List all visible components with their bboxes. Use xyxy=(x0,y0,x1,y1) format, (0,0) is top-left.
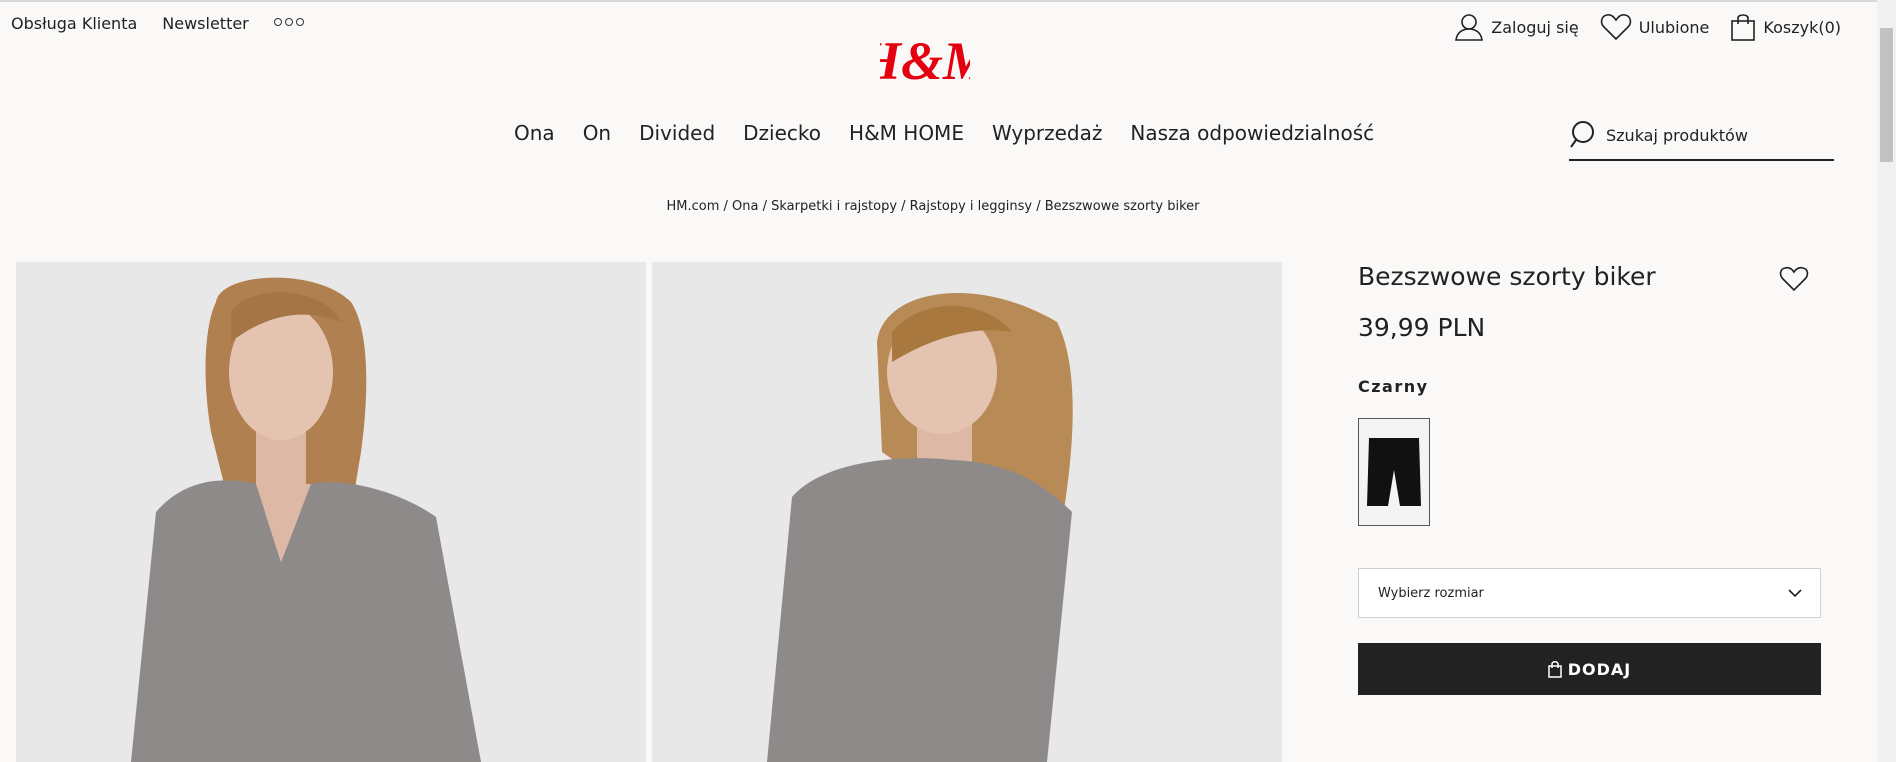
nav-item-ona[interactable]: Ona xyxy=(514,121,555,145)
product-title: Bezszwowe szorty biker xyxy=(1358,262,1656,291)
nav-item-on[interactable]: On xyxy=(583,121,611,145)
product-image-front[interactable] xyxy=(16,262,646,762)
customer-service-link[interactable]: Obsługa Klienta xyxy=(11,14,137,33)
nav-item-divided[interactable]: Divided xyxy=(639,121,715,145)
newsletter-link[interactable]: Newsletter xyxy=(162,14,249,33)
scrollbar-thumb[interactable] xyxy=(1880,28,1893,162)
utility-links: Obsługa Klienta Newsletter xyxy=(11,14,304,33)
login-label: Zaloguj się xyxy=(1491,17,1579,37)
size-select[interactable]: Wybierz rozmiar xyxy=(1358,568,1821,618)
color-label: Czarny xyxy=(1358,377,1429,396)
shorts-thumbnail xyxy=(1367,438,1421,506)
search-icon xyxy=(1570,121,1594,148)
size-select-value: Wybierz rozmiar xyxy=(1378,585,1484,601)
heart-icon xyxy=(1600,14,1631,41)
account-links: Zaloguj się Ulubione Koszyk(0) xyxy=(1433,12,1841,42)
top-border xyxy=(0,0,1896,2)
login-link[interactable]: Zaloguj się xyxy=(1454,12,1579,42)
search-input[interactable]: Szukaj produktów xyxy=(1606,126,1748,145)
nav-item-dziecko[interactable]: Dziecko xyxy=(743,121,821,145)
main-nav: Ona On Divided Dziecko H&M HOME Wyprzeda… xyxy=(514,121,1402,145)
breadcrumb[interactable]: HM.com / Ona / Skarpetki i rajstopy / Ra… xyxy=(0,199,1866,214)
color-swatch-black[interactable] xyxy=(1358,418,1430,526)
product-image-side[interactable] xyxy=(652,262,1282,762)
cart-label: Koszyk(0) xyxy=(1763,17,1841,37)
add-to-favorites-button[interactable] xyxy=(1779,265,1809,297)
nav-item-home[interactable]: H&M HOME xyxy=(849,121,964,145)
favorites-link[interactable]: Ulubione xyxy=(1600,12,1710,42)
svg-text:H&M: H&M xyxy=(880,31,970,91)
add-to-cart-button[interactable]: DODAJ xyxy=(1358,643,1821,695)
add-button-label: DODAJ xyxy=(1567,659,1632,679)
product-price: 39,99 PLN xyxy=(1358,313,1486,342)
nav-item-sale[interactable]: Wyprzedaż xyxy=(992,121,1102,145)
user-icon xyxy=(1455,14,1484,41)
heart-icon xyxy=(1779,266,1809,292)
chevron-down-icon xyxy=(1788,589,1802,598)
search-field[interactable]: Szukaj produktów xyxy=(1569,117,1834,161)
bag-icon xyxy=(1548,661,1562,678)
bag-icon xyxy=(1731,14,1756,41)
nav-item-responsibility[interactable]: Nasza odpowiedzialność xyxy=(1130,121,1374,145)
cart-link[interactable]: Koszyk(0) xyxy=(1730,12,1841,42)
hm-logo[interactable]: H&M xyxy=(858,24,993,94)
favorites-label: Ulubione xyxy=(1638,17,1710,37)
options-icon[interactable] xyxy=(273,17,304,26)
